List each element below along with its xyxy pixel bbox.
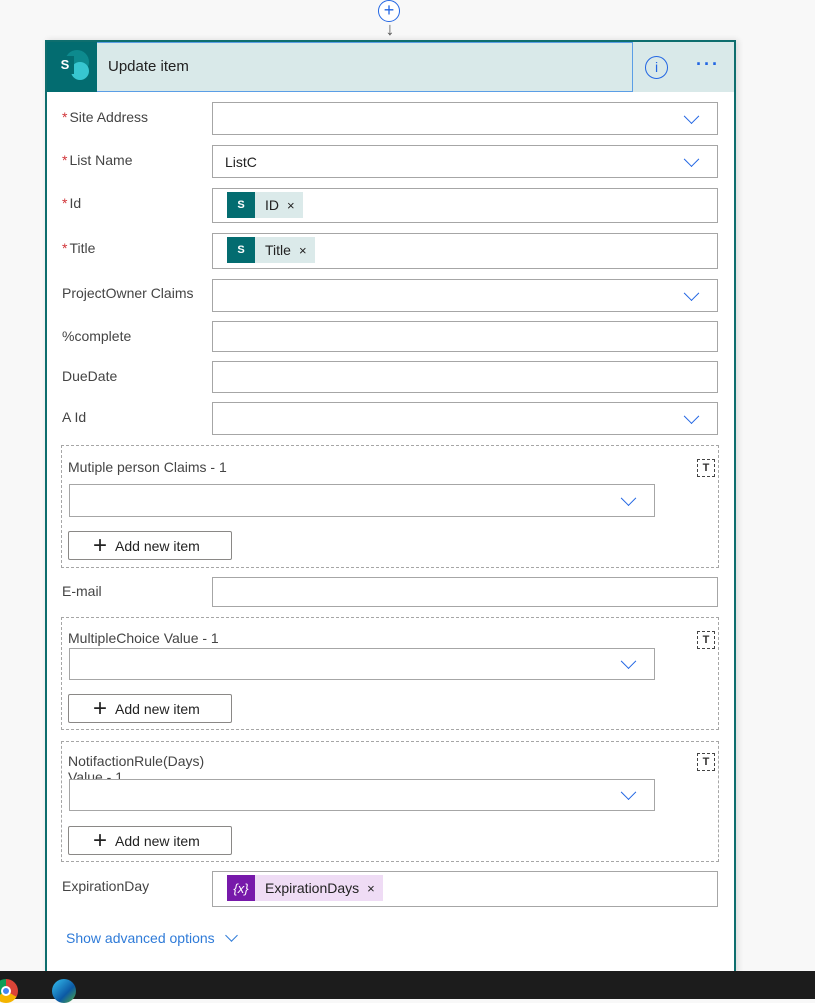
chevron-down-icon (620, 653, 637, 670)
site-address-dropdown[interactable] (212, 102, 718, 135)
notifactionrule-dropdown[interactable] (69, 779, 655, 811)
title-input[interactable]: S Title × (212, 233, 718, 269)
list-name-value: ListC (225, 154, 257, 170)
email-input[interactable] (212, 577, 718, 607)
label-title: * Title (62, 240, 96, 256)
add-new-item-button[interactable]: + Add new item (68, 531, 232, 560)
multiple-person-claims-dropdown[interactable] (69, 484, 655, 517)
label-expirationday: ExpirationDay (62, 878, 150, 894)
arrow-down-icon: ↓ (385, 19, 395, 39)
chevron-down-icon (224, 929, 238, 942)
button-label: Add new item (115, 700, 200, 717)
info-icon[interactable]: i (645, 56, 668, 79)
chevron-down-icon (683, 107, 700, 124)
show-advanced-options-link[interactable]: Show advanced options (66, 929, 238, 946)
switch-to-text-mode-icon[interactable]: T (697, 459, 715, 477)
remove-token-icon[interactable]: × (367, 881, 375, 896)
multiplechoice-dropdown[interactable] (69, 648, 655, 680)
plus-icon: + (93, 826, 108, 854)
remove-token-icon[interactable]: × (299, 243, 307, 258)
duedate-input[interactable] (212, 361, 718, 393)
add-new-item-button[interactable]: + Add new item (68, 694, 232, 723)
edge-icon[interactable] (52, 979, 76, 1003)
sharepoint-icon: S (227, 237, 255, 263)
switch-to-text-mode-icon[interactable]: T (697, 753, 715, 771)
switch-to-text-mode-icon[interactable]: T (697, 631, 715, 649)
link-label: Show advanced options (66, 930, 215, 946)
button-label: Add new item (115, 537, 200, 554)
chevron-down-icon (683, 150, 700, 167)
plus-icon: + (93, 694, 108, 722)
token-expirationdays[interactable]: {x} ExpirationDays × (227, 875, 383, 901)
label-id: * Id (62, 195, 82, 211)
label-list-name: * List Name (62, 152, 133, 168)
add-new-item-button[interactable]: + Add new item (68, 826, 232, 855)
a-id-dropdown[interactable] (212, 402, 718, 435)
label-percent-complete: %complete (62, 328, 132, 344)
token-label: ExpirationDays (265, 880, 360, 896)
chevron-down-icon (620, 489, 637, 506)
token-label: Title (265, 242, 291, 258)
label-duedate: DueDate (62, 368, 118, 384)
id-input[interactable]: S ID × (212, 188, 718, 223)
chevron-down-icon (683, 407, 700, 424)
label-a-id: A Id (62, 409, 87, 425)
sharepoint-icon: S (227, 192, 255, 218)
list-name-dropdown[interactable]: ListC (212, 145, 718, 178)
sharepoint-letter: S (56, 56, 74, 74)
label-projectowner-claims: ProjectOwner Claims (62, 285, 194, 301)
token-title[interactable]: S Title × (227, 237, 315, 263)
expirationday-input[interactable]: {x} ExpirationDays × (212, 871, 718, 907)
token-id[interactable]: S ID × (227, 192, 303, 218)
chevron-down-icon (683, 284, 700, 301)
variable-icon: {x} (227, 875, 255, 901)
card-title: Update item (108, 58, 189, 75)
label-email: E-mail (62, 583, 102, 599)
remove-token-icon[interactable]: × (287, 198, 295, 213)
percent-complete-input[interactable] (212, 321, 718, 352)
label-site-address: * Site Address (62, 109, 149, 125)
more-icon[interactable]: ··· (696, 54, 720, 75)
group-label: MultipleChoice Value - 1 (68, 630, 219, 646)
plus-icon: + (93, 531, 108, 559)
chevron-down-icon (620, 784, 637, 801)
button-label: Add new item (115, 832, 200, 849)
chrome-icon[interactable] (0, 979, 18, 1003)
token-label: ID (265, 197, 279, 213)
projectowner-claims-dropdown[interactable] (212, 279, 718, 312)
group-label: Mutiple person Claims - 1 (68, 459, 227, 475)
taskbar (0, 971, 815, 1003)
group-label: NotifactionRule(Days) Value - 1 (68, 753, 205, 781)
sharepoint-icon: S (47, 42, 97, 92)
